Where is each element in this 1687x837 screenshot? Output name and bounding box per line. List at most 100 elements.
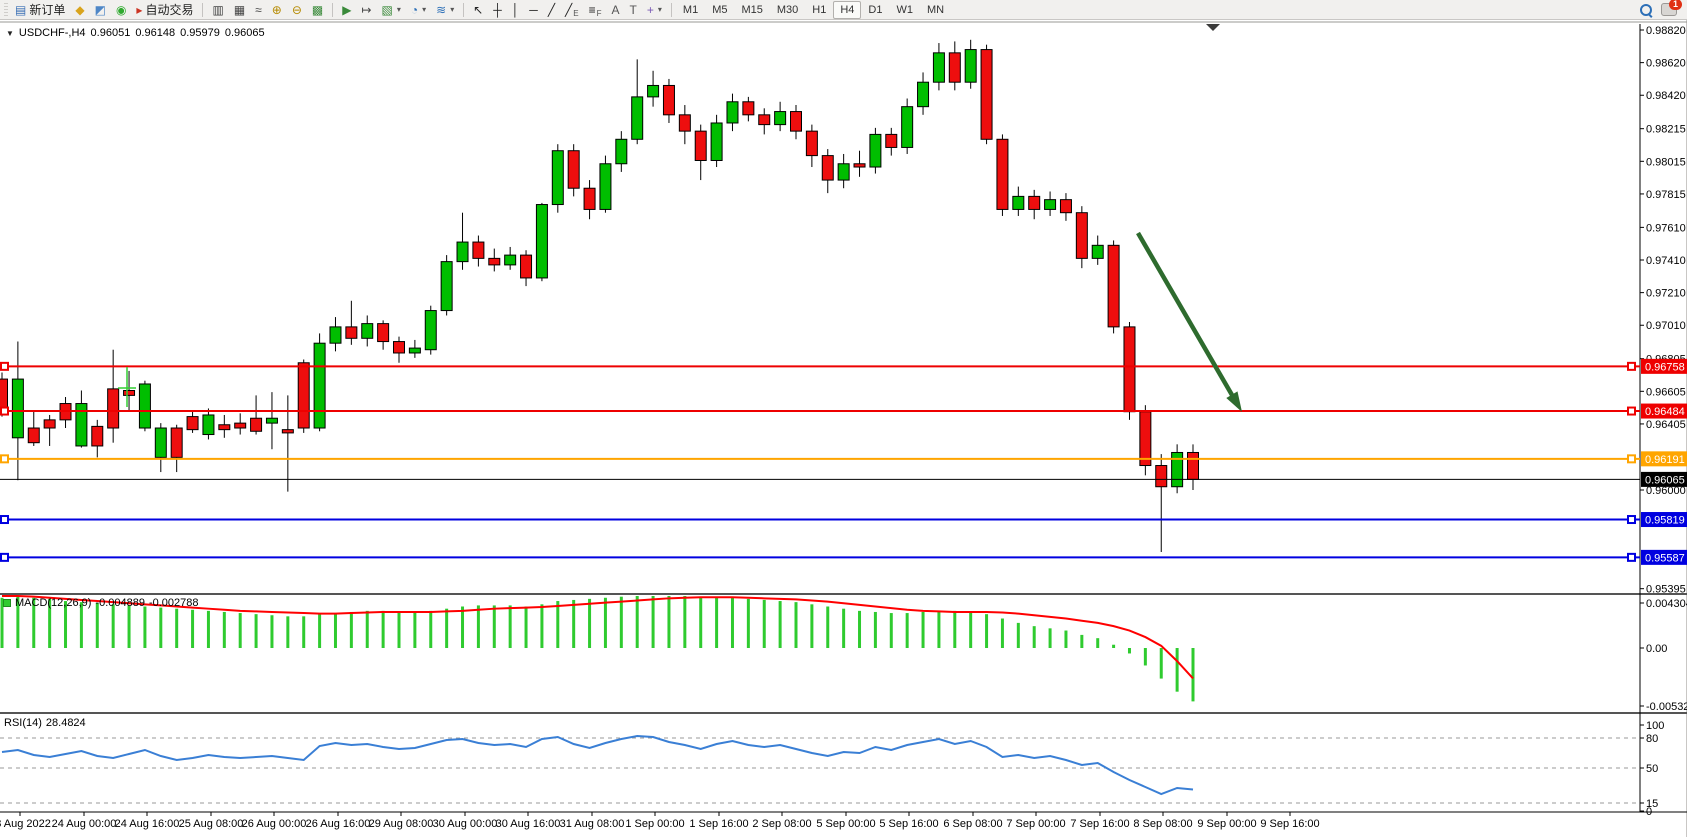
crosshair-tool-button[interactable]: ┼ <box>488 0 507 19</box>
bar-chart-button[interactable]: ▥ <box>207 0 228 19</box>
new-chart-button[interactable]: ▧▾ <box>377 0 406 19</box>
candle-body <box>409 348 420 353</box>
time-axis-label: 9 Sep 00:00 <box>1197 818 1256 830</box>
time-axis-label: 24 Aug 16:00 <box>115 818 180 830</box>
candle-body <box>92 426 103 446</box>
rsi-axis-label: 50 <box>1646 763 1658 775</box>
search-icon[interactable] <box>1640 4 1651 15</box>
candlestick-button[interactable]: ▦ <box>229 0 250 19</box>
zoom-in-button[interactable]: ⊕ <box>267 0 287 19</box>
indicators-button[interactable]: ≋▾ <box>431 0 459 19</box>
macd-pane: 0.0043040.00-0.005326 <box>2 596 1687 713</box>
trendline-tool-button[interactable]: ╱ <box>543 0 560 19</box>
resistance-line-1-right-handle <box>1628 363 1635 370</box>
support-line-blue-1-left-handle <box>1 516 8 523</box>
autotrading-button[interactable]: ▸自动交易 <box>131 0 198 19</box>
news-button[interactable]: ◉ <box>111 0 131 19</box>
chevron-down-icon[interactable]: ▾ <box>422 5 426 14</box>
text-label-tool-button[interactable]: T <box>625 0 642 19</box>
candle-body <box>219 425 230 430</box>
new-order-button[interactable]: ▤新订单 <box>10 0 70 19</box>
candle-body <box>918 82 929 106</box>
equidistant-channel-icon: ╱ <box>565 4 572 16</box>
time-axis-label: 6 Sep 08:00 <box>943 818 1002 830</box>
candle-body <box>711 123 722 161</box>
timeframe-button-mn[interactable]: MN <box>920 1 951 19</box>
candle-body <box>394 342 405 353</box>
text-tool-button[interactable]: A <box>607 0 625 19</box>
timeframe-button-w1[interactable]: W1 <box>889 1 920 19</box>
candle-body <box>1045 200 1056 210</box>
support-line-orange-left-handle <box>1 455 8 462</box>
trendline-icon: ╱ <box>548 4 555 16</box>
chart-shift-button[interactable]: ↦ <box>356 0 376 19</box>
candle-body <box>536 205 547 278</box>
timeframe-button-h1[interactable]: H1 <box>805 1 833 19</box>
notifications-icon[interactable]: 1 <box>1661 3 1677 16</box>
text-icon: A <box>612 4 620 16</box>
collapse-triangle-icon[interactable]: ▼ <box>6 29 14 38</box>
arrows-icon: + <box>647 4 654 16</box>
candle-body <box>981 50 992 140</box>
chart-canvas[interactable]: 0.988200.986200.984200.982150.980150.978… <box>0 0 1687 837</box>
line-chart-button[interactable]: ≈ <box>250 0 267 19</box>
broadcast-icon: ◉ <box>116 4 126 16</box>
person-globe-icon: ◩ <box>95 4 106 16</box>
price-tick-label: 0.98420 <box>1646 90 1686 102</box>
down-trend-arrow <box>1138 233 1232 395</box>
text-label-icon: T <box>630 4 637 16</box>
fibonacci-tool-button[interactable]: ≡F <box>584 0 607 19</box>
support-line-orange-right-handle <box>1628 455 1635 462</box>
candle-body <box>584 188 595 209</box>
macd-signal-value: -0.002788 <box>149 597 199 609</box>
notification-badge: 1 <box>1669 0 1682 10</box>
time-axis-label: 23 Aug 2022 <box>0 818 51 830</box>
macd-axis-label: -0.005326 <box>1646 701 1687 713</box>
support-line-blue-1-price-tag-label: 0.95819 <box>1645 515 1685 527</box>
candle-body <box>346 327 357 338</box>
resistance-line-1-price-tag-label: 0.96758 <box>1645 361 1685 373</box>
timeframe-button-h4[interactable]: H4 <box>833 1 861 19</box>
candle-body <box>425 311 436 350</box>
price-axis-ticks: 0.988200.986200.984200.982150.980150.978… <box>1640 25 1686 596</box>
candle-body <box>1140 412 1151 466</box>
candle-body <box>838 164 849 180</box>
price-tick-label: 0.98820 <box>1646 25 1686 37</box>
price-tick-label: 0.97210 <box>1646 288 1686 300</box>
arrows-tool-button[interactable]: +▾ <box>642 0 667 19</box>
candle-body <box>282 430 293 433</box>
vertical-line-icon: │ <box>512 4 520 16</box>
tile-windows-button[interactable]: ▩ <box>307 0 328 19</box>
candle-body <box>743 102 754 115</box>
time-axis-label: 26 Aug 16:00 <box>306 818 371 830</box>
candle-body <box>235 423 246 428</box>
toolbar-grip[interactable] <box>4 3 8 17</box>
cursor-tool-button[interactable]: ↖ <box>468 0 488 19</box>
channel-tool-button[interactable]: ╱E <box>560 0 584 19</box>
timeframe-button-m30[interactable]: M30 <box>770 1 805 19</box>
horizontal-line-tool-button[interactable]: ─ <box>524 0 543 19</box>
candle-body <box>203 415 214 435</box>
chevron-down-icon[interactable]: ▾ <box>658 5 662 14</box>
candle-body <box>1076 213 1087 259</box>
chevron-down-icon[interactable]: ▾ <box>450 5 454 14</box>
timeframe-button-m15[interactable]: M15 <box>734 1 769 19</box>
profile-button[interactable]: ◩ <box>90 0 111 19</box>
timeframe-button-d1[interactable]: D1 <box>861 1 889 19</box>
candle-body <box>679 115 690 131</box>
candle-body <box>12 379 23 438</box>
candlestick-icon: ▦ <box>234 4 245 16</box>
timeframe-button-m5[interactable]: M5 <box>705 1 734 19</box>
resistance-line-2-price-tag-label: 0.96484 <box>1645 406 1685 418</box>
candle-body <box>933 53 944 82</box>
candle-body <box>1156 466 1167 487</box>
market-watch-button[interactable]: ◆ <box>70 0 89 19</box>
profiles-button[interactable]: ◔▾ <box>406 0 431 19</box>
auto-scroll-button[interactable]: ▶ <box>337 0 356 19</box>
zoom-out-button[interactable]: ⊖ <box>287 0 307 19</box>
rsi-line <box>2 736 1193 794</box>
vertical-line-tool-button[interactable]: │ <box>507 0 525 19</box>
timeframe-button-m1[interactable]: M1 <box>676 1 705 19</box>
chevron-down-icon[interactable]: ▾ <box>397 5 401 14</box>
timeframe-toolbar: M1M5M15M30H1H4D1W1MN <box>667 1 951 19</box>
